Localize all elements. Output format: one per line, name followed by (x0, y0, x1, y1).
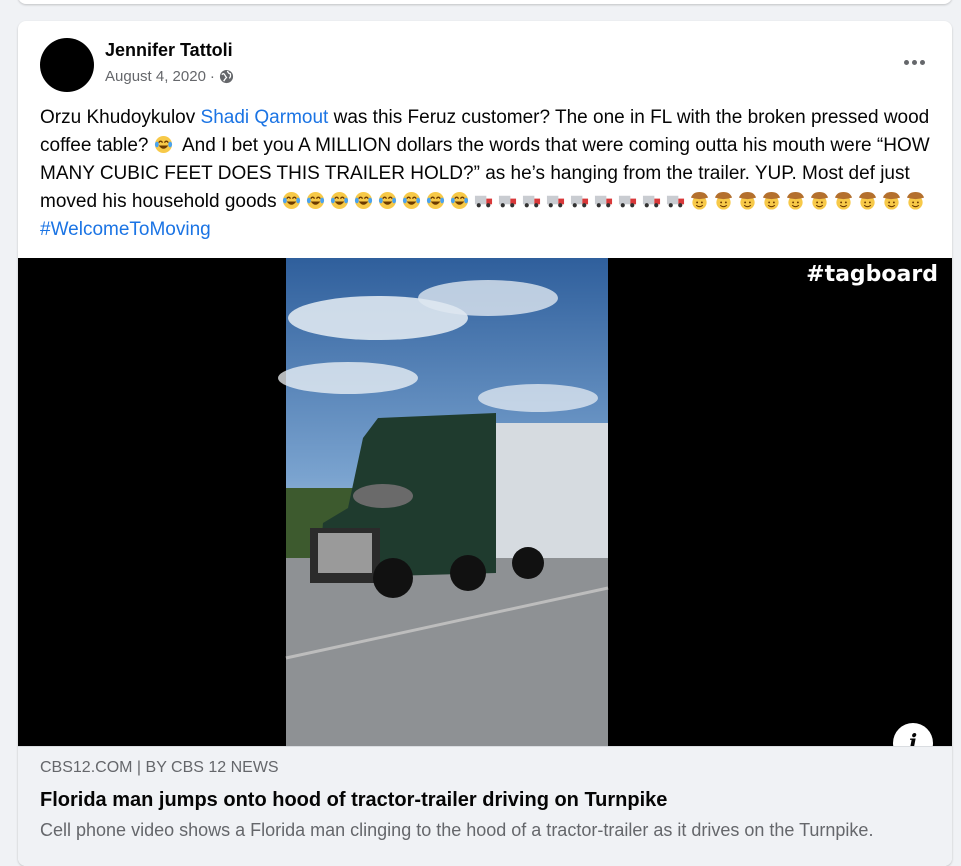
dot-icon (911, 59, 917, 65)
link-description: Cell phone video shows a Florida man cli… (40, 820, 874, 840)
previous-post-card (18, 0, 952, 4)
cowboy-emoji-icon (858, 191, 876, 210)
truck-emoji-icon (666, 195, 684, 208)
laughing-emoji-icon (378, 191, 396, 210)
laughing-emoji-icon (354, 191, 372, 210)
laughing-emoji-icon (426, 191, 444, 210)
cowboy-emoji-icon (714, 191, 732, 210)
truck-emoji-icon (522, 195, 540, 208)
truck-emoji-icon (594, 195, 612, 208)
link-title[interactable]: Florida man jumps onto hood of tractor-t… (40, 789, 667, 812)
cowboy-emoji-icon (882, 191, 900, 210)
truck-emoji-icon (618, 195, 636, 208)
laughing-emoji-icon (402, 191, 420, 210)
author-name[interactable]: Jennifer Tattoli (105, 40, 233, 61)
video-thumbnail[interactable]: #tagboard i (18, 258, 952, 746)
video-content (278, 258, 609, 746)
laughing-emoji-icon (282, 191, 300, 210)
mention-link[interactable]: Shadi Qarmout (201, 107, 329, 128)
dot-icon (919, 59, 925, 65)
dot-icon (903, 59, 909, 65)
link-preview[interactable]: CBS12.COM | BY CBS 12 NEWS Florida man j… (18, 746, 952, 866)
video-frame (18, 258, 952, 746)
cowboy-emoji-icon (834, 191, 852, 210)
post-text: Orzu Khudoykulov Shadi Qarmout was this … (40, 104, 935, 244)
cowboy-emoji-icon (810, 191, 828, 210)
cowboy-emoji-icon (738, 191, 756, 210)
globe-icon[interactable] (219, 69, 234, 84)
meta-separator: · (209, 68, 215, 85)
tagboard-watermark: #tagboard (806, 262, 938, 287)
cowboy-emoji-icon (690, 191, 708, 210)
post-card: Jennifer Tattoli August 4, 2020 · Orzu K… (18, 21, 952, 866)
truck-emoji-icon (546, 195, 564, 208)
more-options-button[interactable] (896, 49, 932, 75)
truck-emoji-icon (570, 195, 588, 208)
truck-emoji-icon (642, 195, 660, 208)
laughing-emoji-icon (154, 135, 172, 154)
emoji-group-cowboy (690, 191, 930, 212)
hashtag-link[interactable]: #WelcomeToMoving (40, 219, 211, 240)
avatar[interactable] (40, 38, 94, 92)
link-domain: CBS12.COM | BY CBS 12 NEWS (40, 759, 279, 776)
emoji-group-laugh (282, 191, 474, 212)
laughing-emoji-icon (306, 191, 324, 210)
truck-emoji-icon (474, 195, 492, 208)
post-date[interactable]: August 4, 2020 (105, 68, 206, 85)
cowboy-emoji-icon (762, 191, 780, 210)
truck-emoji-icon (498, 195, 516, 208)
emoji-group-laugh-inline (154, 135, 178, 156)
laughing-emoji-icon (450, 191, 468, 210)
emoji-group-truck (474, 191, 690, 212)
cowboy-emoji-icon (786, 191, 804, 210)
laughing-emoji-icon (330, 191, 348, 210)
post-meta: August 4, 2020 · (105, 68, 234, 85)
cowboy-emoji-icon (906, 191, 924, 210)
post-text-part: Orzu Khudoykulov (40, 107, 201, 128)
